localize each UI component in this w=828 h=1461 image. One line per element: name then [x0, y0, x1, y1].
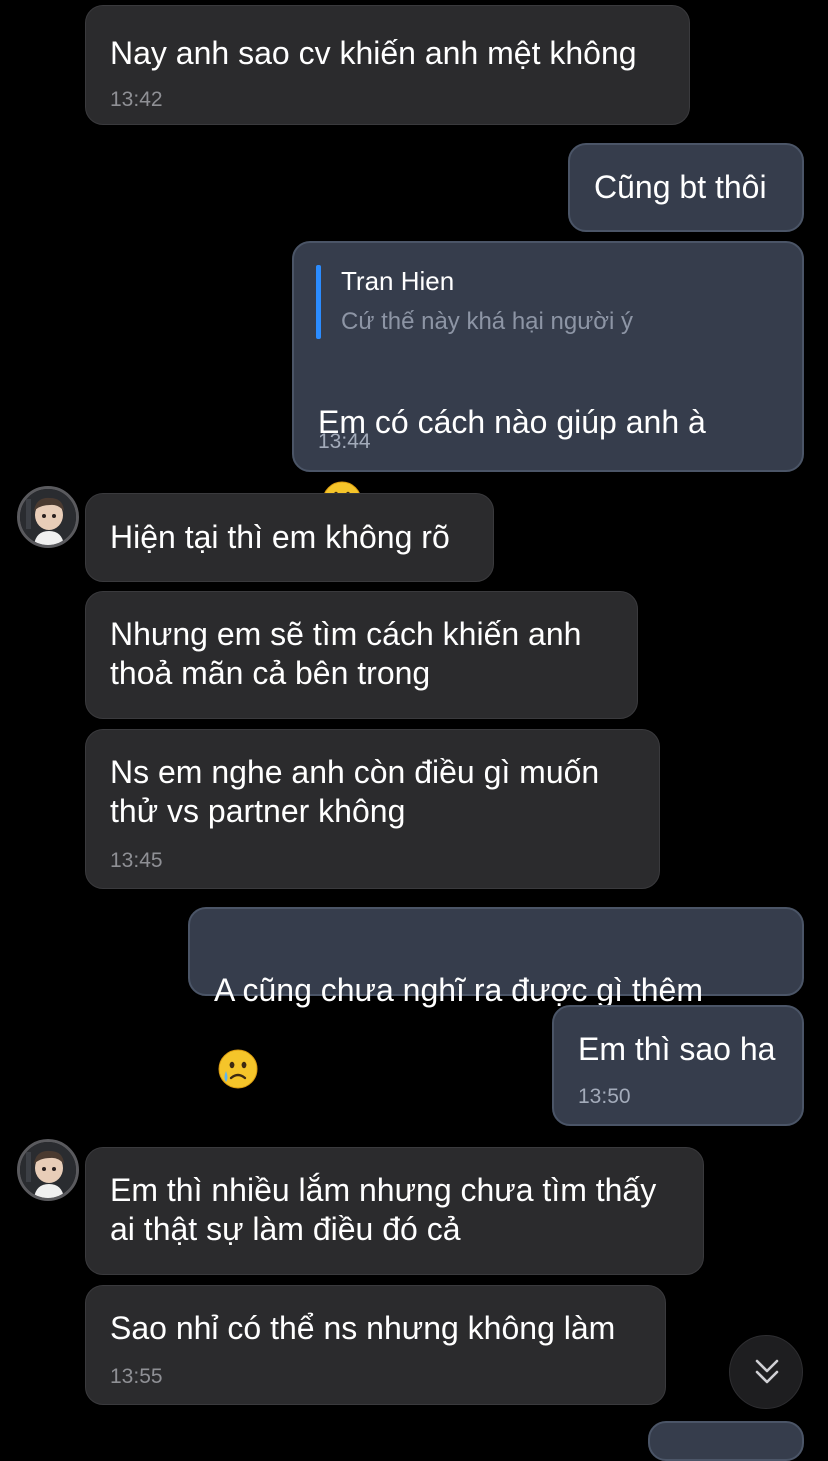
- message-timestamp: 13:50: [578, 1085, 631, 1108]
- message-text: Nay anh sao cv khiến anh mệt không: [110, 35, 637, 71]
- message-text: Nhưng em sẽ tìm cách khiến anh thoả mãn …: [110, 616, 582, 691]
- message-text: Em thì nhiều lắm nhưng chưa tìm thấy ai …: [110, 1172, 657, 1247]
- message-bubble-incoming[interactable]: Ns em nghe anh còn điều gì muốn thử vs p…: [85, 729, 660, 889]
- message-timestamp: 13:42: [110, 88, 163, 111]
- contact-avatar[interactable]: [17, 486, 79, 548]
- message-text-content: Em có cách nào giúp anh à: [318, 404, 706, 440]
- message-bubble-incoming[interactable]: Nhưng em sẽ tìm cách khiến anh thoả mãn …: [85, 591, 638, 719]
- message-bubble-incoming[interactable]: Sao nhỉ có thể ns nhưng không làm 13:55: [85, 1285, 666, 1405]
- message-text: Sao nhỉ có thể ns nhưng không làm: [110, 1310, 616, 1346]
- message-text: Em thì sao ha: [578, 1031, 776, 1067]
- message-text: Ns em nghe anh còn điều gì muốn thử vs p…: [110, 754, 600, 829]
- reply-accent-bar: [316, 265, 321, 339]
- message-bubble-outgoing-partial[interactable]: [648, 1421, 804, 1461]
- message-bubble-outgoing[interactable]: Cũng bt thôi: [568, 143, 804, 232]
- message-text: Cũng bt thôi: [594, 169, 767, 205]
- double-chevron-down-icon: [755, 1359, 779, 1384]
- message-bubble-incoming[interactable]: Hiện tại thì em không rõ: [85, 493, 494, 582]
- message-bubble-outgoing[interactable]: A cũng chưa nghĩ ra được gì thêm: [188, 907, 804, 1089]
- message-bubble-incoming[interactable]: Em thì nhiều lắm nhưng chưa tìm thấy ai …: [85, 1147, 704, 1275]
- message-bubble-incoming[interactable]: Nay anh sao cv khiến anh mệt không 13:42: [85, 5, 690, 125]
- scroll-to-bottom-button[interactable]: [729, 1335, 803, 1409]
- message-text: Hiện tại thì em không rõ: [110, 519, 450, 555]
- reply-quoted-text[interactable]: Cứ thế này khá hại người ý: [341, 308, 633, 336]
- message-bubble-outgoing[interactable]: Em thì sao ha 13:50: [552, 1005, 804, 1126]
- reply-sender-name[interactable]: Tran Hien: [341, 266, 454, 297]
- crying-face-emoji-icon: [218, 1010, 258, 1098]
- contact-avatar[interactable]: [17, 1139, 79, 1201]
- message-timestamp: 13:45: [110, 849, 163, 872]
- message-timestamp: 13:44: [318, 430, 371, 453]
- message-bubble-outgoing-reply[interactable]: Tran Hien Cứ thế này khá hại người ý Em …: [292, 241, 804, 521]
- message-text-content: A cũng chưa nghĩ ra được gì thêm: [214, 972, 703, 1008]
- message-timestamp: 13:55: [110, 1365, 163, 1388]
